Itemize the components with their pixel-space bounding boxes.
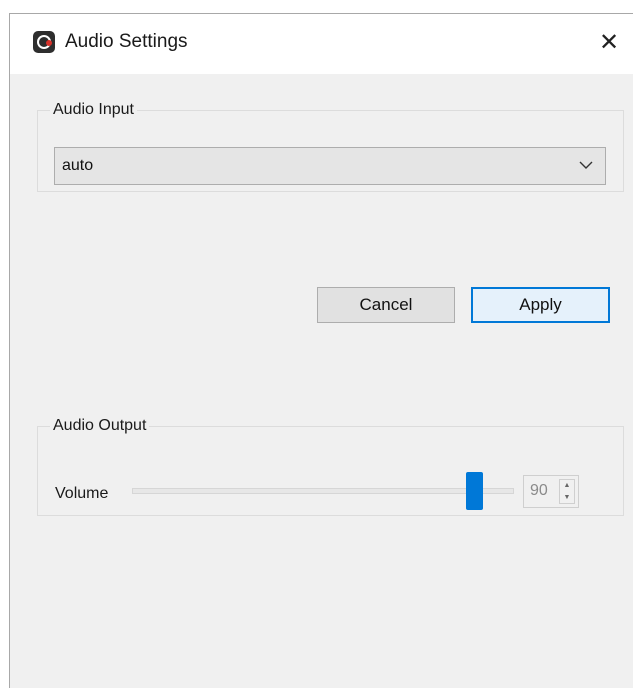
- window-title: Audio Settings: [65, 31, 188, 52]
- title-bar: Audio Settings ✕: [10, 14, 633, 74]
- audio-input-select[interactable]: auto: [54, 147, 606, 185]
- app-logo-icon: [33, 31, 55, 53]
- volume-slider-thumb[interactable]: [465, 472, 483, 510]
- volume-spinbox[interactable]: 90 ▲ ▼: [523, 475, 579, 508]
- audio-output-label: Audio Output: [50, 416, 150, 436]
- spin-up-icon[interactable]: ▲: [560, 480, 574, 491]
- audio-output-group: Audio Output Volume 90 ▲ ▼: [37, 416, 624, 516]
- volume-value: 90: [530, 482, 548, 499]
- audio-input-label: Audio Input: [50, 100, 137, 120]
- audio-settings-window: Audio Settings ✕ Audio Input auto Cancel…: [9, 13, 633, 688]
- close-icon[interactable]: ✕: [599, 28, 633, 58]
- volume-slider-track[interactable]: [132, 488, 514, 494]
- spin-down-icon[interactable]: ▼: [560, 492, 574, 503]
- apply-button[interactable]: Apply: [471, 287, 610, 323]
- audio-input-group: Audio Input auto: [37, 100, 624, 192]
- volume-label: Volume: [55, 485, 109, 502]
- audio-input-selected-value: auto: [62, 157, 94, 174]
- cancel-button[interactable]: Cancel: [317, 287, 455, 323]
- chevron-down-icon: [579, 161, 593, 169]
